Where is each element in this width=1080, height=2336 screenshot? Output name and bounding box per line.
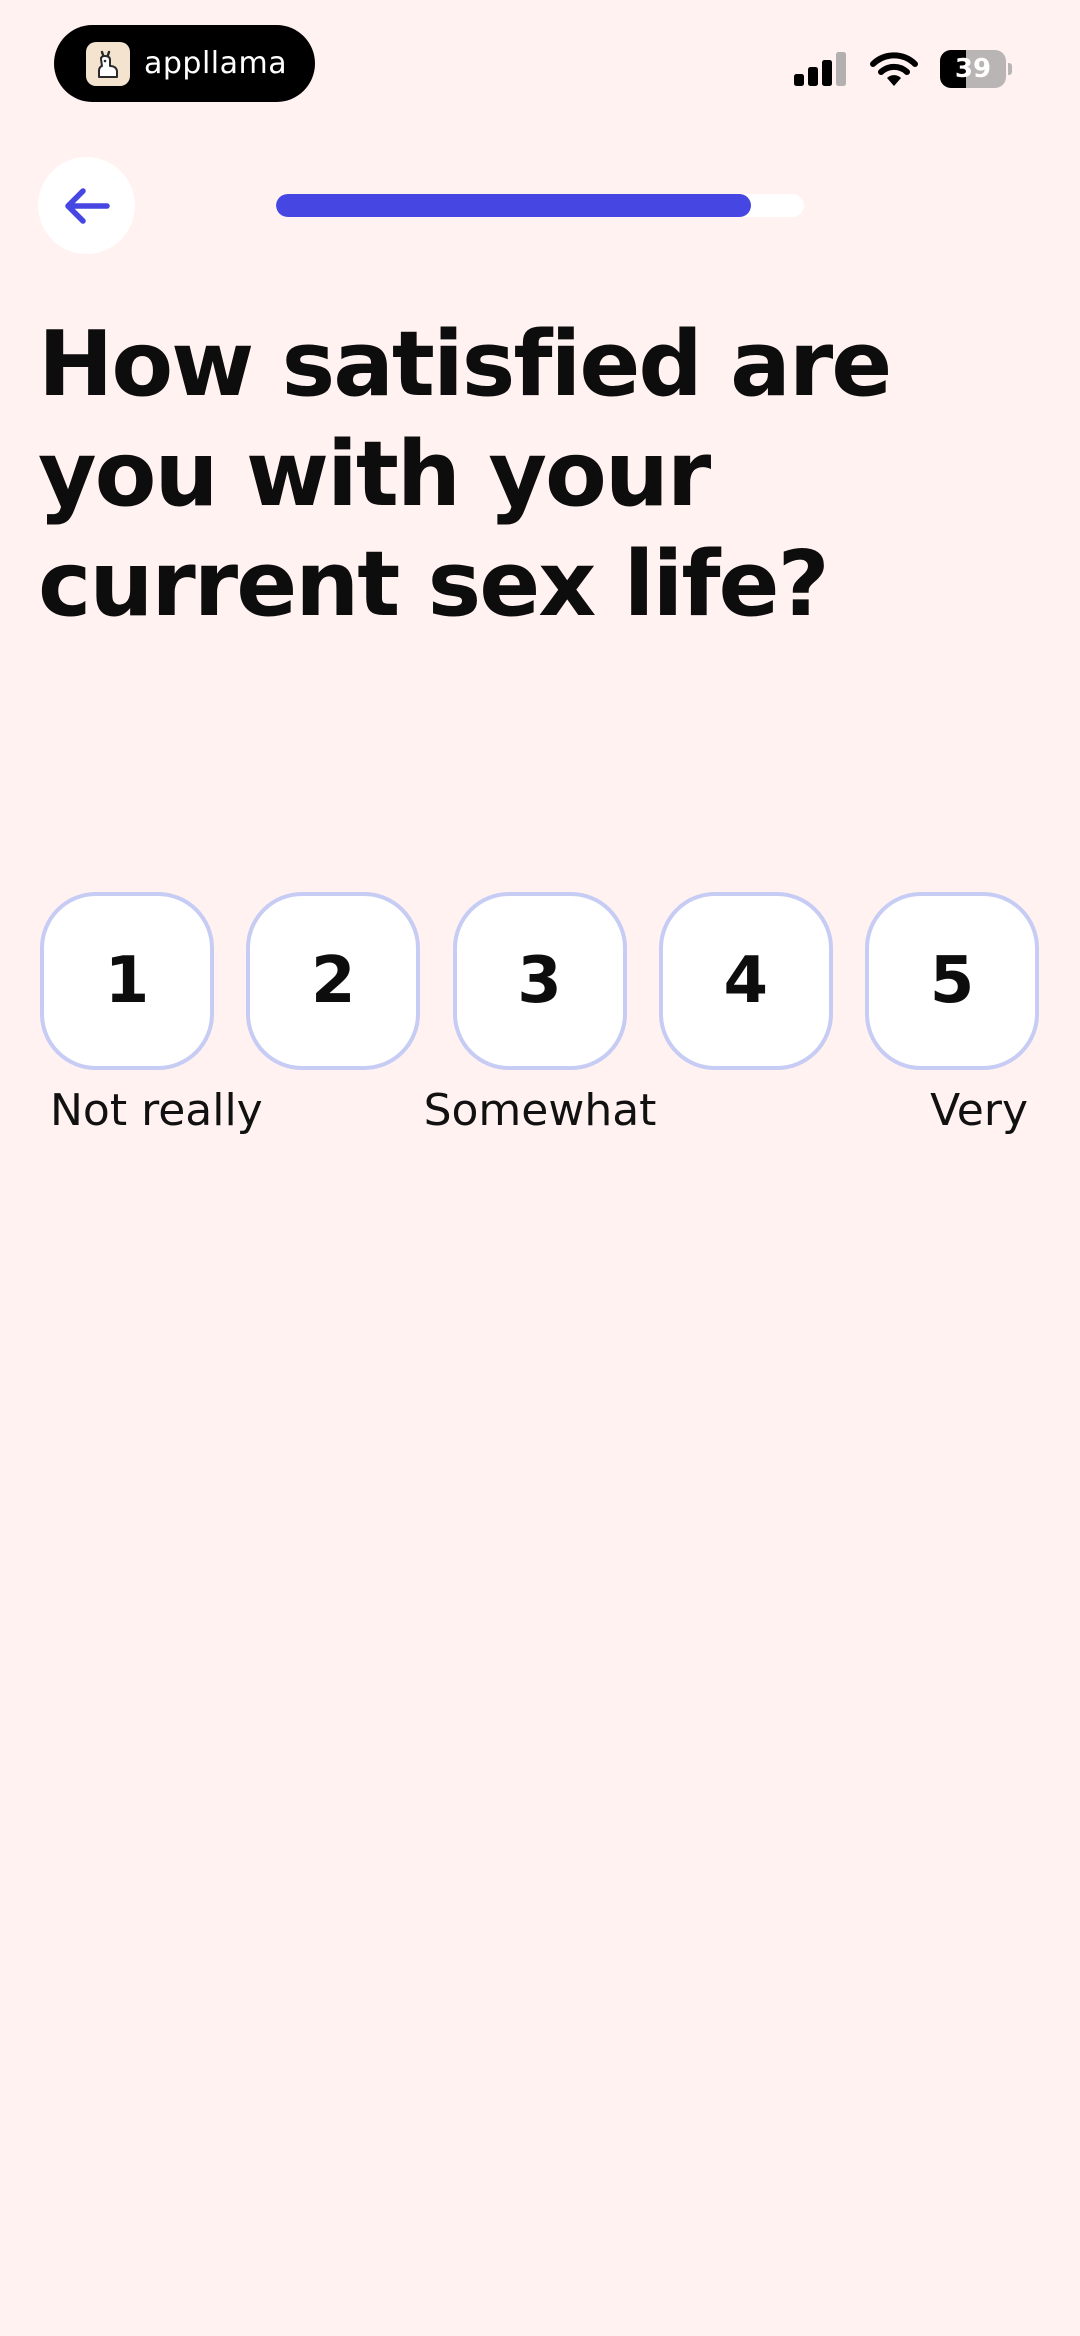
wifi-icon [870,52,918,86]
arrow-left-icon [64,187,110,224]
scale-label-high: Very [930,1085,1028,1136]
progress-bar-fill [276,194,752,217]
app-indicator-pill[interactable]: appllama [54,25,315,102]
rating-option-2[interactable]: 2 [246,892,421,1070]
llama-logo-icon [86,41,130,86]
rating-scale-labels: Not really Somewhat Very [0,1085,1080,1145]
scale-label-mid: Somewhat [423,1085,657,1136]
cellular-signal-icon [794,52,846,86]
rating-option-1[interactable]: 1 [40,892,214,1070]
status-icons: 39 [794,50,1012,88]
battery-level: 39 [954,54,992,84]
progress-bar [276,194,804,217]
scale-label-low: Not really [50,1085,263,1136]
back-button[interactable] [38,157,135,254]
rating-option-5[interactable]: 5 [865,892,1039,1070]
app-name-label: appllama [144,46,288,81]
rating-option-3[interactable]: 3 [452,892,627,1070]
battery-icon: 39 [940,50,1012,88]
question-title: How satisfied are you with your current … [38,312,892,637]
rating-option-4[interactable]: 4 [658,892,833,1070]
rating-scale: 1 2 3 4 5 [40,892,1039,1070]
